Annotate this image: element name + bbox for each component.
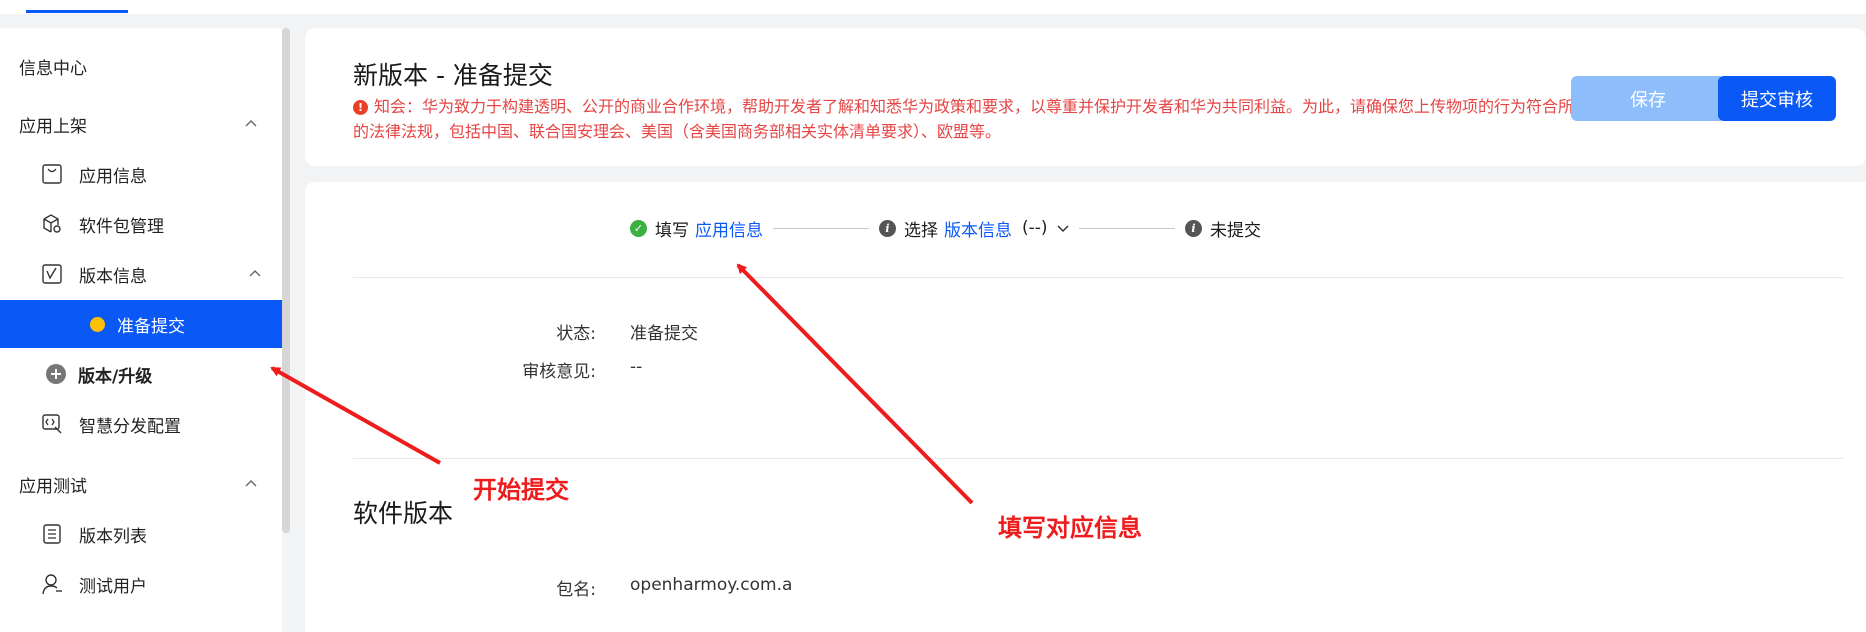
annotation-arrows	[270, 263, 974, 505]
arrow-to-version-upgrade	[270, 366, 441, 465]
arrow-to-app-info-link	[736, 263, 974, 505]
annotation-fill-info: 填写对应信息	[998, 514, 1142, 542]
page: 信息中心 应用上架 应用信息 软件包管理 版本信息 准备提交 版本/升级 智慧分…	[0, 0, 1866, 632]
annotation-start-submit: 开始提交	[473, 476, 569, 504]
